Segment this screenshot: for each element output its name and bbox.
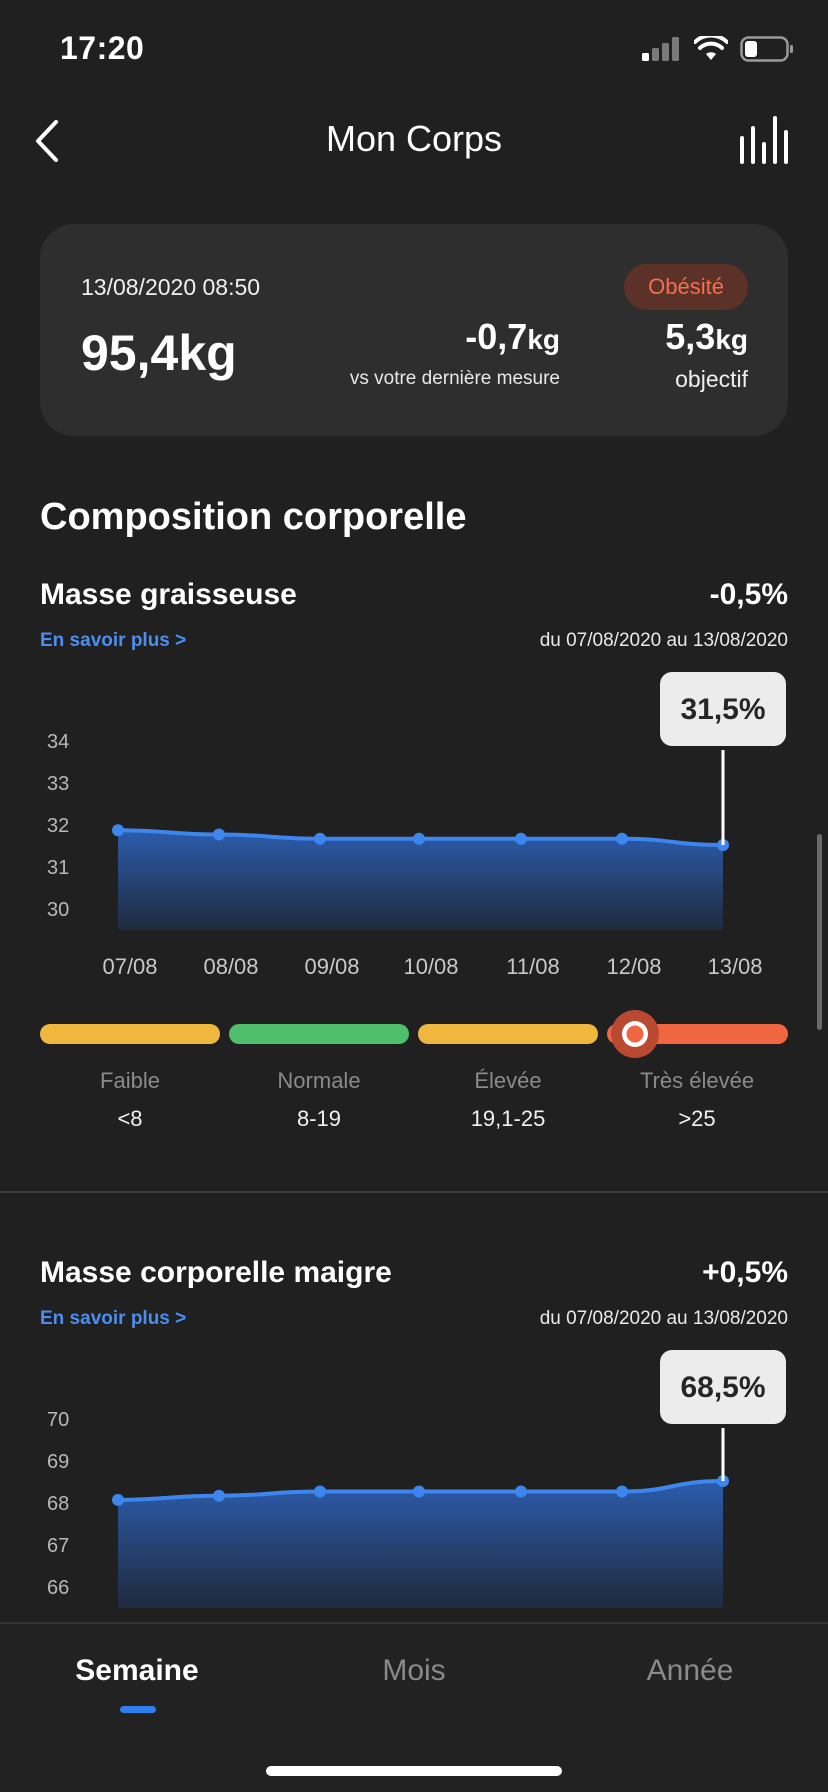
date-range: du 07/08/2020 au 13/08/2020 <box>539 630 788 651</box>
data-point[interactable] <box>213 828 225 841</box>
period-tab-bar: Semaine Mois Année <box>0 1622 828 1792</box>
scale-value: 8-19 <box>296 1106 342 1131</box>
callout-value: 31,5% <box>680 693 765 726</box>
data-point[interactable] <box>515 1485 527 1498</box>
section-title: Composition corporelle <box>40 496 467 538</box>
y-tick-label: 70 <box>47 1409 69 1431</box>
home-indicator[interactable] <box>266 1766 562 1776</box>
tab-mois[interactable]: Mois <box>304 1654 524 1688</box>
scale-value: >25 <box>678 1106 716 1131</box>
weight-goal-label: objectif <box>675 366 748 392</box>
status-bar: 17:20 <box>0 0 828 100</box>
measurement-datetime: 13/08/2020 08:50 <box>81 274 261 300</box>
bar-chart-icon <box>740 116 788 164</box>
y-tick-label: 34 <box>47 731 69 753</box>
x-tick-label: 13/08 <box>707 954 762 979</box>
lean-mass-chart: 70 69 68 67 66 68,5% <box>47 1350 786 1608</box>
scale-marker <box>611 1010 659 1058</box>
x-tick-label: 07/08 <box>102 954 157 979</box>
metric-change: +0,5% <box>702 1256 788 1289</box>
area-fill <box>118 830 723 930</box>
data-point[interactable] <box>112 824 124 837</box>
learn-more-link[interactable]: En savoir plus > <box>40 1308 186 1330</box>
weight-difference-unit: kg <box>527 324 560 355</box>
y-tick-label: 30 <box>47 899 69 921</box>
y-tick-label: 66 <box>47 1577 69 1599</box>
page-title: Mon Corps <box>325 118 503 159</box>
tab-semaine[interactable]: Semaine <box>27 1654 247 1688</box>
data-point[interactable] <box>413 832 425 845</box>
scale-label: Très élevée <box>639 1068 755 1093</box>
status-badge: Obésité <box>624 264 748 310</box>
data-point[interactable] <box>314 832 326 845</box>
x-tick-label: 12/08 <box>606 954 661 979</box>
data-point[interactable] <box>112 1493 124 1506</box>
data-point[interactable] <box>616 1485 628 1498</box>
y-tick-label: 68 <box>47 1493 69 1515</box>
battery-icon <box>740 36 793 62</box>
scrollbar[interactable] <box>817 834 822 1030</box>
x-tick-label: 10/08 <box>403 954 458 979</box>
date-range: du 07/08/2020 au 13/08/2020 <box>539 1308 788 1329</box>
wifi-icon <box>694 36 728 60</box>
scale-label: Faible <box>100 1068 160 1093</box>
metric-name: Masse corporelle maigre <box>40 1256 392 1289</box>
data-point[interactable] <box>314 1485 326 1498</box>
data-point[interactable] <box>616 832 628 845</box>
range-scale: Faible Normale Élevée Très élevée <8 8-1… <box>40 1010 788 1134</box>
area-fill <box>118 1481 723 1608</box>
weight-summary-card: 13/08/2020 08:50 95,4kg -0,7kg vs votre … <box>40 224 788 436</box>
weight-difference: -0,7kg <box>270 316 560 358</box>
scale-value: <8 <box>117 1106 143 1131</box>
weight-goal: 5,3kg <box>665 316 748 358</box>
weight-difference-value: -0,7 <box>465 316 528 357</box>
y-tick-label: 67 <box>47 1535 69 1557</box>
data-point[interactable] <box>413 1485 425 1498</box>
metric-name: Masse graisseuse <box>40 578 297 611</box>
x-tick-label: 11/08 <box>506 954 559 979</box>
status-icons <box>642 36 794 62</box>
tab-annee[interactable]: Année <box>580 1654 800 1688</box>
learn-more-link[interactable]: En savoir plus > <box>40 630 186 652</box>
scale-label: Normale <box>277 1068 361 1093</box>
metric-change: -0,5% <box>709 578 788 611</box>
active-tab-indicator <box>120 1706 156 1713</box>
x-tick-label: 08/08 <box>203 954 258 979</box>
y-tick-label: 33 <box>47 773 69 795</box>
scale-value: 19,1-25 <box>470 1106 546 1131</box>
nav-bar: Mon Corps <box>0 100 828 182</box>
current-weight: 95,4kg <box>81 325 237 381</box>
y-tick-label: 31 <box>47 857 69 879</box>
statistics-button[interactable] <box>738 114 788 166</box>
section-divider <box>0 1191 828 1193</box>
data-point[interactable] <box>515 832 527 845</box>
signal-icon <box>642 37 679 61</box>
x-tick-label: 09/08 <box>304 954 359 979</box>
scale-bar-elevee <box>418 1024 598 1044</box>
scale-label: Élevée <box>474 1068 542 1093</box>
data-point[interactable] <box>213 1489 225 1502</box>
fat-mass-chart: 34 33 32 31 30 31,5% 07/08 08/08 09/08 10/08 11/08… <box>47 672 786 979</box>
y-tick-label: 69 <box>47 1451 69 1473</box>
weight-goal-value: 5,3 <box>665 316 716 357</box>
status-time: 17:20 <box>60 30 145 66</box>
scale-bar-normale <box>229 1024 409 1044</box>
callout-value: 68,5% <box>680 1371 765 1404</box>
scale-bar-faible <box>40 1024 220 1044</box>
weight-goal-unit: kg <box>715 324 748 355</box>
weight-difference-label: vs votre dernière mesure <box>349 368 560 389</box>
y-tick-label: 32 <box>47 815 69 837</box>
